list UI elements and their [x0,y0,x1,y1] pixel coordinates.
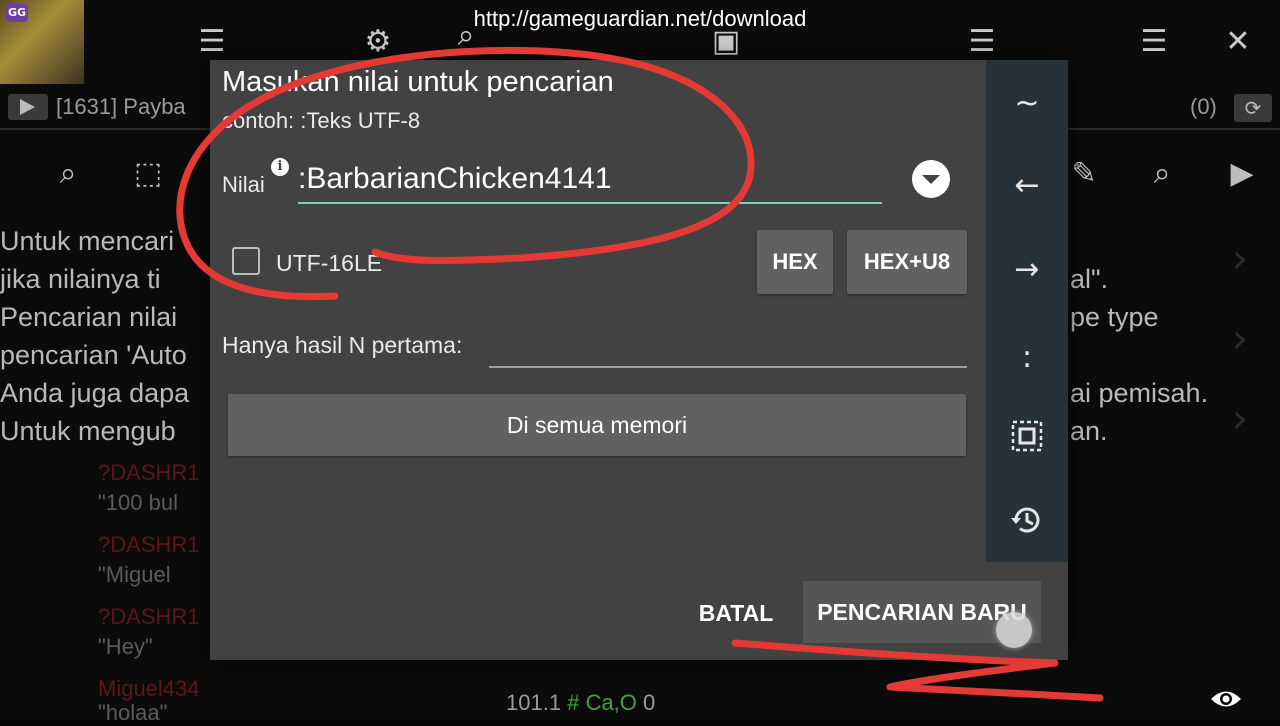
dialog-example-hint: contoh: :Teks UTF-8 [222,108,421,133]
help-line: Untuk mengub [0,416,176,446]
overlay-url-text: http://gameguardian.net/download [473,6,807,31]
info-icon[interactable]: i [271,158,289,176]
hex-u8-button[interactable]: HEX+U8 [847,230,967,294]
process-label[interactable]: [1631] Payba [56,94,186,120]
chat-message: "holaa" [98,700,168,725]
select-all-icon[interactable] [1011,420,1043,452]
help-line-right: pe type [1070,302,1159,332]
select-none-icon[interactable]: ⬚ [128,152,168,196]
chevron-right-icon: › [1232,316,1248,362]
history-icon[interactable] [1009,502,1045,538]
chat-item: ?DASHR1 [98,604,200,629]
chat-message: "100 bul [98,490,178,515]
first-n-results-input[interactable] [489,326,967,368]
result-count: (0) [1190,94,1217,119]
help-line: Anda juga dapa [0,378,190,408]
refresh-icon[interactable]: ⟳ [1234,94,1272,122]
arrow-right-icon[interactable]: → [986,240,1068,300]
search-check-icon[interactable]: ⌕ [48,152,88,196]
hex-button[interactable]: HEX [757,230,833,294]
edit-icon[interactable]: ✎ [1064,152,1104,196]
value-label: Nilai [222,172,265,197]
chat-message: "Hey" [98,634,153,659]
tilde-key[interactable]: ~ [986,74,1068,134]
cancel-button[interactable]: BATAL [686,582,786,644]
help-line: Untuk mencari [0,226,175,256]
chevron-right-icon: › [1232,236,1248,282]
help-line-right: an. [1070,416,1108,446]
side-keypad-panel [986,60,1068,562]
help-line: jika nilainya ti [0,264,161,294]
chat-item: Miguel434 [98,676,200,701]
chat-item: ?DASHR1 [98,532,200,557]
chevron-right-icon: › [1232,396,1248,442]
search-value-input[interactable] [298,156,882,204]
help-line: pencarian 'Auto [0,340,187,370]
chat-message: "Miguel [98,562,171,587]
play-arrow-icon[interactable]: ▶ [1222,152,1262,196]
arrow-left-icon[interactable]: ← [986,156,1068,216]
chevron-down-icon [922,175,940,184]
bottom-status: 101.1 # Ca,O 0 [506,690,656,715]
dialog-title: Masukan nilai untuk pencarian [222,66,614,98]
help-line-right: al". [1070,264,1109,294]
memory-range-button[interactable]: Di semua memori [228,394,966,456]
first-n-results-label: Hanya hasil N pertama: [222,332,463,358]
touch-indicator [996,612,1032,648]
chat-item: ?DASHR1 [98,460,200,485]
utf16le-checkbox[interactable] [232,247,260,275]
help-line-right: ai pemisah. [1070,378,1209,408]
eye-icon[interactable] [1210,688,1242,710]
search-icon-2[interactable]: ⌕ [1142,152,1182,196]
utf16le-label[interactable]: UTF-16LE [276,250,382,277]
play-icon [20,99,35,115]
colon-key[interactable]: : [986,328,1068,388]
help-line: Pencarian nilai [0,302,178,332]
